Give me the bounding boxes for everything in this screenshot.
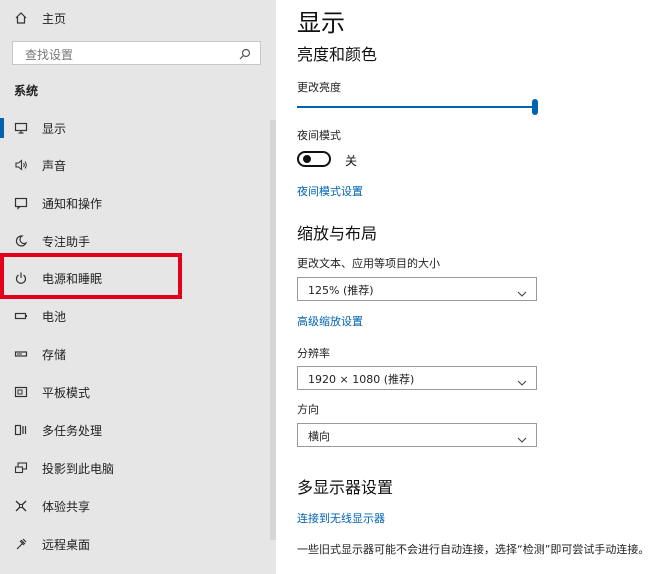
share-icon: [12, 497, 30, 515]
orientation-value: 横向: [308, 430, 330, 443]
chevron-down-icon: [517, 373, 527, 386]
sidebar-item-project-to-pc[interactable]: 投影到此电脑: [0, 450, 276, 486]
sidebar-item-label: 通知和操作: [42, 196, 103, 211]
sidebar-item-shared-experiences[interactable]: 体验共享: [0, 488, 276, 524]
resolution-label: 分辨率: [297, 347, 330, 360]
sidebar-item-multitasking[interactable]: 多任务处理: [0, 412, 276, 448]
search-icon: [238, 46, 252, 60]
brightness-slider-track[interactable]: [297, 106, 537, 108]
night-light-toggle[interactable]: [297, 151, 331, 167]
search-placeholder: 查找设置: [25, 48, 74, 62]
sidebar-item-label: 电池: [42, 309, 67, 324]
sidebar-item-label: 体验共享: [42, 499, 91, 514]
moon-icon: [12, 232, 30, 250]
tablet-icon: [12, 383, 30, 401]
scale-value: 125% (推荐): [308, 284, 374, 297]
brightness-slider-thumb[interactable]: [532, 99, 538, 115]
highlight-box: [0, 253, 182, 299]
night-light-state: 关: [345, 154, 358, 168]
display-settings-panel: 显示 亮度和颜色 更改亮度 夜间模式 关 夜间模式设置 缩放与布局 更改文本、应…: [276, 0, 665, 574]
resolution-dropdown[interactable]: 1920 × 1080 (推荐): [297, 366, 537, 390]
sidebar-item-storage[interactable]: 存储: [0, 336, 276, 372]
sidebar-item-label: 投影到此电脑: [42, 461, 115, 476]
sidebar-item-label: 存储: [42, 347, 67, 362]
advanced-scaling-link[interactable]: 高级缩放设置: [297, 313, 363, 329]
sidebar-item-battery[interactable]: 电池: [0, 298, 276, 334]
section-label: 系统: [14, 84, 39, 98]
project-icon: [12, 459, 30, 477]
chevron-down-icon: [517, 430, 527, 443]
storage-icon: [12, 345, 30, 363]
resolution-value: 1920 × 1080 (推荐): [308, 373, 415, 386]
sidebar-item-notifications[interactable]: 通知和操作: [0, 185, 276, 221]
sidebar-item-home[interactable]: 主页: [0, 0, 276, 36]
sidebar-item-label: 多任务处理: [42, 423, 103, 438]
multi-display-heading: 多显示器设置: [297, 478, 394, 497]
sidebar-item-sound[interactable]: 声音: [0, 147, 276, 183]
sidebar-item-label: 平板模式: [42, 385, 91, 400]
sidebar-item-tablet-mode[interactable]: 平板模式: [0, 374, 276, 410]
toggle-knob: [303, 155, 311, 163]
night-light-settings-link[interactable]: 夜间模式设置: [297, 183, 363, 199]
scale-layout-heading: 缩放与布局: [297, 224, 378, 243]
brightness-heading: 亮度和颜色: [297, 45, 378, 64]
search-input[interactable]: 查找设置: [12, 41, 261, 65]
text-size-label: 更改文本、应用等项目的大小: [297, 257, 440, 270]
multitask-icon: [12, 421, 30, 439]
night-light-label: 夜间模式: [297, 129, 341, 142]
sidebar-item-label: 主页: [42, 11, 67, 26]
battery-icon: [12, 307, 30, 325]
sidebar-item-label: 专注助手: [42, 234, 91, 249]
orientation-dropdown[interactable]: 横向: [297, 423, 537, 447]
multi-display-description: 一些旧式显示器可能不会进行自动连接，选择“检测”即可尝试手动连接。: [297, 543, 650, 556]
sidebar-item-label: 显示: [42, 121, 67, 136]
wireless-display-link[interactable]: 连接到无线显示器: [297, 510, 385, 526]
monitor-icon: [12, 119, 30, 137]
sidebar-item-label: 声音: [42, 158, 67, 173]
chevron-down-icon: [517, 284, 527, 297]
home-icon: [12, 9, 30, 27]
page-title: 显示: [297, 9, 345, 37]
sidebar-item-remote-desktop[interactable]: 远程桌面: [0, 526, 276, 562]
sidebar-item-display[interactable]: 显示: [0, 110, 276, 146]
settings-sidebar: 主页 查找设置 系统 显示 声音 通知和操作 专注助手 电源和睡眠 电池 存储 …: [0, 0, 276, 574]
speaker-icon: [12, 156, 30, 174]
scale-dropdown[interactable]: 125% (推荐): [297, 277, 537, 301]
sidebar-item-label: 远程桌面: [42, 537, 91, 552]
remote-icon: [12, 535, 30, 553]
brightness-label: 更改亮度: [297, 81, 341, 94]
orientation-label: 方向: [297, 403, 319, 416]
notification-icon: [12, 194, 30, 212]
